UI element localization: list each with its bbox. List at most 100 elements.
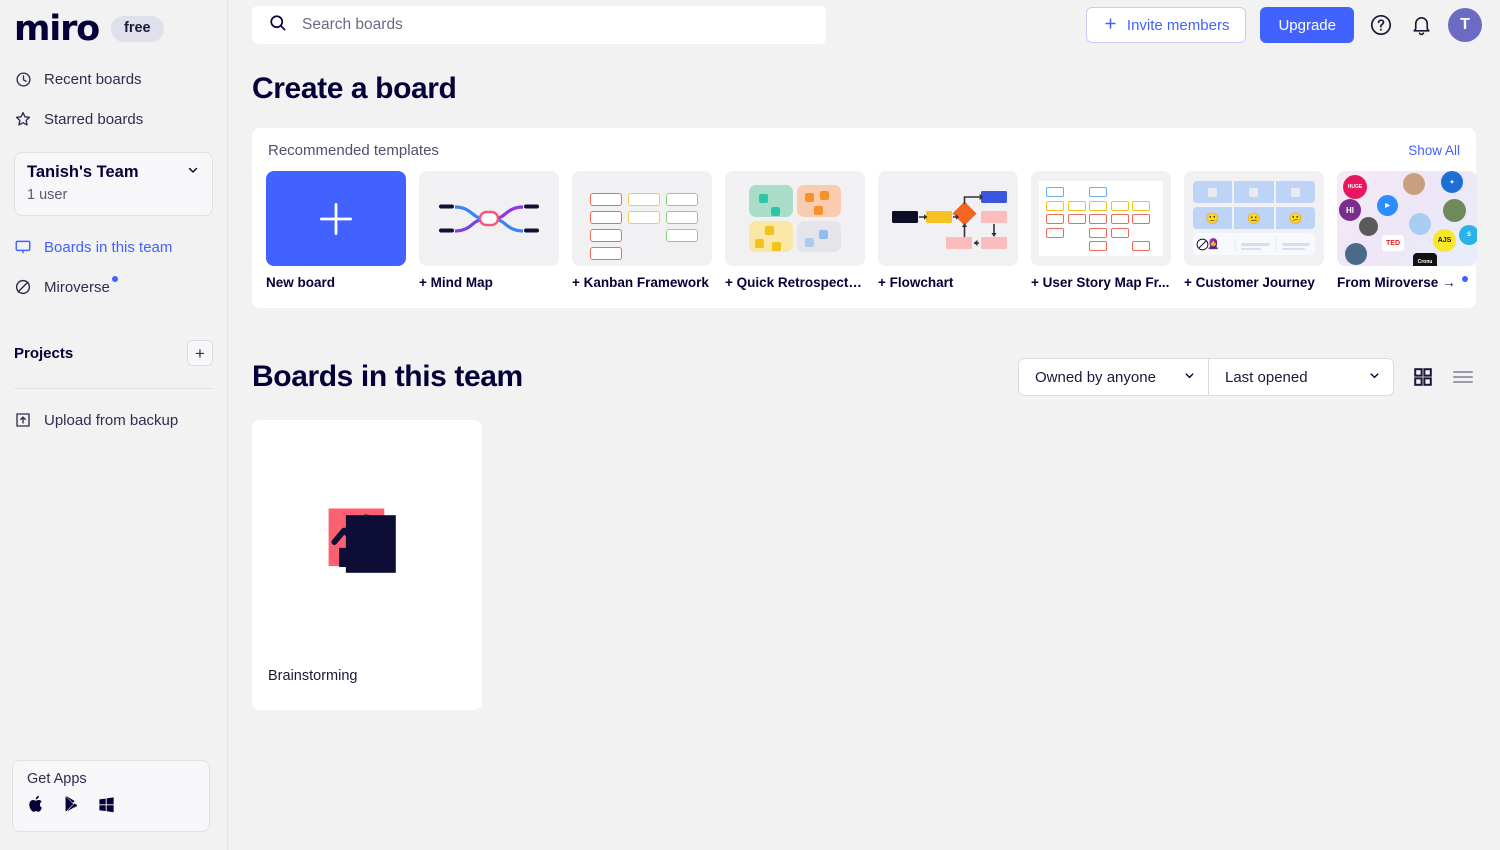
logo-bubble: Cronu [1413,253,1437,266]
planet-icon [14,278,32,296]
search-input[interactable] [302,16,810,34]
plan-badge: free [110,16,164,42]
template-thumbnail [266,171,406,266]
template-thumbnail [1031,171,1171,266]
retro-quadrant-orange [797,185,841,217]
filter-group: Owned by anyone Last opened [1018,358,1394,396]
avatar-bubble [1359,217,1378,236]
chevron-down-icon [186,163,200,182]
template-label: From Miroverse → [1337,275,1477,290]
sidebar-item-miroverse[interactable]: Miroverse [0,270,227,304]
logo-bubble: HUGE [1343,175,1367,199]
main-area: Invite members Upgrade T [228,0,1500,850]
template-thumbnail [725,171,865,266]
upload-icon [14,411,32,429]
plus-icon [1103,16,1118,35]
kanban-column-yellow [628,193,660,260]
primary-nav: Recent boards Starred boards [0,62,227,136]
avatar-bubble [1443,199,1466,222]
apple-icon[interactable] [27,794,46,819]
ted-logo: TED [1382,235,1404,251]
get-apps-title: Get Apps [27,771,87,787]
google-play-icon[interactable] [62,794,81,819]
upgrade-button[interactable]: Upgrade [1260,7,1354,43]
boards-title: Boards in this team [252,360,523,393]
team-selector[interactable]: Tanish's Team 1 user [14,152,213,216]
logo-bubble: AJS [1433,229,1456,252]
bell-icon[interactable] [1408,12,1434,38]
template-card-new-board[interactable]: New board [266,171,406,290]
template-thumbnail: 🙂 😐 😕 🧕 [1184,171,1324,266]
team-name: Tanish's Team [27,163,139,181]
recommended-templates-panel: Recommended templates Show All New board [252,128,1477,308]
team-nav: Boards in this team Miroverse [0,230,227,304]
board-name: Brainstorming [268,668,358,684]
template-card-customer-journey[interactable]: 🙂 😐 😕 🧕 + Customer Journey [1184,171,1324,290]
sidebar-item-boards-in-this-team[interactable]: Boards in this team [0,230,227,264]
template-card-mind-map[interactable]: + Mind Map [419,171,559,290]
panel-title: Recommended templates [268,142,439,159]
board-icon [14,238,32,256]
clock-icon [14,70,32,88]
template-label: + Flowchart [878,275,954,290]
avatar-bubble [1403,173,1425,195]
new-badge-dot [1462,275,1469,282]
logo-row[interactable]: miro free [0,0,227,48]
miro-dashboard: miro free Recent boards Starred boards T… [0,0,1500,850]
template-card-kanban-framework[interactable]: + Kanban Framework [572,171,712,290]
template-card-from-miroverse[interactable]: HUGE HI ▶ TED Cronu ✦ S AJS From Mirover… [1337,171,1477,290]
video-bubble: ▶ [1377,195,1398,216]
content-area: Create a board Recommended templates Sho… [228,50,1500,710]
list-view-button[interactable] [1450,364,1476,390]
template-card-quick-retrospective[interactable]: + Quick Retrospective [725,171,865,290]
sidebar-divider [14,388,213,389]
avatar-bubble [1345,243,1367,265]
chevron-down-icon [1167,369,1196,386]
template-label: + Customer Journey [1184,275,1315,290]
avatar[interactable]: T [1448,8,1482,42]
board-card[interactable]: Brainstorming [252,420,482,710]
sidebar-item-starred-boards[interactable]: Starred boards [0,102,227,136]
page-title: Create a board [252,72,457,105]
template-label: + Kanban Framework [572,275,709,290]
show-all-link[interactable]: Show All [1408,143,1460,158]
template-thumbnail [878,171,1018,266]
search-icon [268,13,288,38]
template-card-flowchart[interactable]: + Flowchart [878,171,1018,290]
chevron-down-icon [1352,369,1381,386]
kanban-column-red [590,193,622,260]
template-list: New board + Mind Map + Kanban Framework … [266,171,1477,290]
label-text: From Miroverse → [1337,275,1456,290]
help-circle-icon[interactable] [1368,12,1394,38]
sidebar: miro free Recent boards Starred boards T… [0,0,228,850]
add-project-button[interactable]: + [187,340,213,366]
template-card-user-story-map[interactable]: + User Story Map Fr... [1031,171,1171,290]
logo-bubble: HI [1339,199,1361,221]
owner-filter[interactable]: Owned by anyone [1018,358,1208,396]
kanban-column-green [666,193,698,260]
get-apps-box: Get Apps [12,760,210,832]
top-bar-actions: Invite members Upgrade T [1085,7,1482,43]
sort-filter-value: Last opened [1225,368,1308,386]
invite-members-button[interactable]: Invite members [1085,7,1247,43]
team-member-count: 1 user [27,187,68,203]
sort-filter[interactable]: Last opened [1208,358,1394,396]
template-label: + User Story Map Fr... [1031,275,1170,290]
projects-title: Projects [14,344,74,362]
star-icon [14,110,32,128]
sidebar-item-label: Starred boards [44,110,144,128]
miro-logo[interactable]: miro [14,11,100,47]
template-thumbnail [419,171,559,266]
top-bar: Invite members Upgrade T [228,0,1500,50]
avatar-bubble [1409,213,1431,235]
template-label: + Quick Retrospective [725,275,865,290]
boards-section-header: Boards in this team Owned by anyone Last… [252,358,1476,396]
windows-icon[interactable] [97,795,116,819]
sidebar-item-upload-from-backup[interactable]: Upload from backup [0,403,227,437]
view-toggle-group [1410,364,1476,390]
new-badge-dot [111,275,118,282]
grid-view-button[interactable] [1410,364,1436,390]
template-label: + Mind Map [419,275,493,290]
search-box[interactable] [252,6,826,44]
sidebar-item-recent-boards[interactable]: Recent boards [0,62,227,96]
